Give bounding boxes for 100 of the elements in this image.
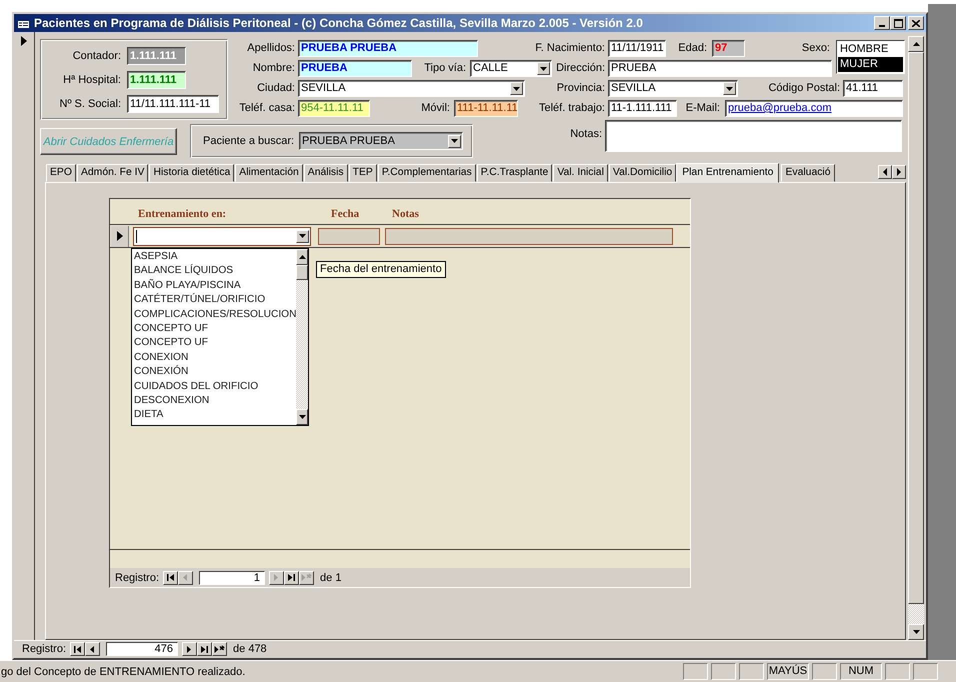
field-label: Móvil: bbox=[420, 101, 451, 116]
new-record-button[interactable] bbox=[212, 642, 228, 656]
scroll-up-button[interactable] bbox=[296, 249, 308, 265]
record-number-field[interactable]: 1 bbox=[199, 570, 266, 584]
combo-box[interactable]: CALLE bbox=[470, 60, 552, 77]
status-panel bbox=[739, 663, 764, 680]
field-label: Paciente a buscar: bbox=[203, 134, 296, 148]
last-record-button[interactable] bbox=[197, 642, 212, 656]
list-option[interactable]: DESCONEXION bbox=[132, 394, 296, 408]
window-title: Pacientes en Programa de Diálisis Peritoneal - (c) Concha Gómez Castilla, Sevilla Marzo 2.005 - Versión 2.0 bbox=[34, 16, 644, 30]
text-field[interactable]: 11-1.111.111 bbox=[608, 100, 677, 117]
field-label: Tipo vía: bbox=[423, 61, 467, 76]
field-label: Hª Hospital: bbox=[62, 72, 122, 88]
combo-box[interactable]: PRUEBA PRUEBA bbox=[299, 132, 463, 150]
next-record-button[interactable] bbox=[182, 642, 198, 656]
status-indicator: NUM bbox=[840, 663, 882, 680]
combo-box[interactable]: SEVILLA bbox=[608, 80, 738, 97]
tab[interactable]: P.C.Trasplante bbox=[476, 164, 552, 182]
scroll-thumb[interactable] bbox=[296, 265, 308, 280]
list-option[interactable]: ASEPSIA bbox=[132, 250, 296, 264]
dropdown-button[interactable] bbox=[296, 230, 309, 242]
list-option[interactable]: CONEXION bbox=[132, 350, 296, 366]
scroll-down-button[interactable] bbox=[296, 409, 308, 425]
record-count: de 478 bbox=[233, 643, 267, 655]
notes-field[interactable] bbox=[605, 120, 902, 152]
text-field[interactable]: 111-11.11.11 bbox=[454, 100, 518, 117]
first-record-icon bbox=[166, 573, 176, 582]
field-label: F. Nacimiento: bbox=[534, 41, 606, 56]
list-option[interactable]: DIETA bbox=[132, 408, 296, 423]
record-selector-icon bbox=[21, 36, 27, 46]
list-option[interactable]: BALANCE LÍQUIDOS bbox=[132, 264, 296, 279]
field-label: Nº S. Social: bbox=[58, 96, 122, 112]
scrollbar[interactable] bbox=[296, 249, 308, 425]
list-option[interactable]: CONEXIÓN bbox=[132, 365, 296, 380]
dropdown-button[interactable] bbox=[723, 82, 736, 95]
text-field[interactable]: PRUEBA bbox=[608, 60, 832, 77]
tab[interactable]: Alimentación bbox=[235, 164, 303, 182]
field-label: Notas: bbox=[569, 127, 603, 142]
scroll-left-button[interactable] bbox=[878, 165, 892, 179]
list-option[interactable]: BAÑO PLAYA/PISCINA bbox=[132, 278, 296, 294]
tab[interactable]: EPO bbox=[46, 164, 76, 182]
text-field[interactable]: 1.111.111 bbox=[127, 71, 186, 89]
list-option[interactable]: CONCEPTO UF bbox=[132, 336, 296, 351]
close-button[interactable] bbox=[908, 16, 924, 30]
dropdown-button[interactable] bbox=[510, 82, 523, 95]
text-field[interactable]: 41.111 bbox=[843, 80, 903, 97]
record-number-field[interactable]: 476 bbox=[106, 642, 178, 656]
tab[interactable]: P.Complementarias bbox=[378, 164, 476, 182]
tab[interactable]: Plan Entrenamiento bbox=[676, 163, 780, 183]
field-label: Contador: bbox=[72, 48, 122, 64]
record-label: Registro: bbox=[22, 643, 66, 655]
text-cursor bbox=[136, 230, 137, 242]
scroll-up-button[interactable] bbox=[908, 36, 924, 52]
status-message: go del Concepto de ENTRENAMIENTO realizado. bbox=[0, 666, 246, 678]
listbox[interactable]: HOMBRE MUJER bbox=[836, 40, 905, 74]
scroll-down-button[interactable] bbox=[908, 624, 924, 640]
combo-box[interactable] bbox=[133, 226, 311, 246]
new-record-icon bbox=[301, 573, 312, 582]
tab[interactable]: Admón. Fe IV bbox=[76, 164, 148, 182]
list-option[interactable]: CATÉTER/TÚNEL/ORIFICIO bbox=[132, 293, 296, 308]
list-option[interactable]: MUJER bbox=[838, 57, 903, 72]
tab[interactable]: Historia dietética bbox=[149, 164, 234, 182]
list-option[interactable]: CONCEPTO UF bbox=[132, 322, 296, 336]
status-panel bbox=[913, 663, 938, 680]
caret-down-icon bbox=[513, 86, 520, 90]
email-link[interactable]: prueba@prueba.com bbox=[728, 101, 832, 116]
tab[interactable]: Evaluació bbox=[781, 164, 835, 182]
dropdown-button[interactable] bbox=[537, 62, 550, 75]
text-field[interactable]: PRUEBA bbox=[298, 60, 412, 77]
text-field[interactable]: prueba@prueba.com bbox=[725, 100, 903, 117]
list-option[interactable]: HOMBRE bbox=[838, 42, 903, 57]
dropdown-button[interactable] bbox=[448, 134, 461, 148]
previous-record-button[interactable] bbox=[85, 642, 100, 656]
caret-down-icon bbox=[451, 139, 458, 143]
field-label: Edad: bbox=[677, 41, 708, 56]
record-label: Registro: bbox=[115, 572, 160, 584]
first-record-button[interactable] bbox=[70, 642, 86, 656]
notes-field[interactable] bbox=[385, 228, 673, 244]
column-heading: Fecha bbox=[331, 208, 360, 220]
status-panel bbox=[885, 663, 910, 680]
list-option[interactable]: CUIDADOS DEL ORIFICIO bbox=[132, 380, 296, 394]
text-field[interactable]: PRUEBA PRUEBA bbox=[298, 40, 478, 57]
status-panel bbox=[711, 663, 736, 680]
text-field[interactable]: 11/11.111.111-11 bbox=[127, 95, 219, 113]
text-field[interactable]: 11/11/1911 bbox=[608, 40, 666, 57]
tab[interactable]: TEP bbox=[348, 164, 377, 182]
new-record-icon bbox=[214, 644, 226, 654]
first-record-button[interactable] bbox=[163, 570, 178, 584]
minimize-button[interactable] bbox=[874, 16, 890, 30]
field-label: Código Postal: bbox=[767, 81, 841, 96]
field-label: Sexo: bbox=[800, 41, 831, 56]
date-field[interactable] bbox=[318, 228, 380, 244]
list-option[interactable]: COMPLICACIONES/RESOLUCION bbox=[132, 308, 296, 322]
tab[interactable]: Análisis bbox=[304, 164, 348, 182]
tab[interactable]: Val. Inicial bbox=[553, 164, 608, 182]
caret-up-icon bbox=[912, 42, 920, 46]
scroll-right-button[interactable] bbox=[892, 165, 906, 179]
combo-box[interactable]: SEVILLA bbox=[298, 80, 525, 97]
last-record-button[interactable] bbox=[284, 570, 300, 584]
maximize-button[interactable] bbox=[890, 16, 906, 30]
